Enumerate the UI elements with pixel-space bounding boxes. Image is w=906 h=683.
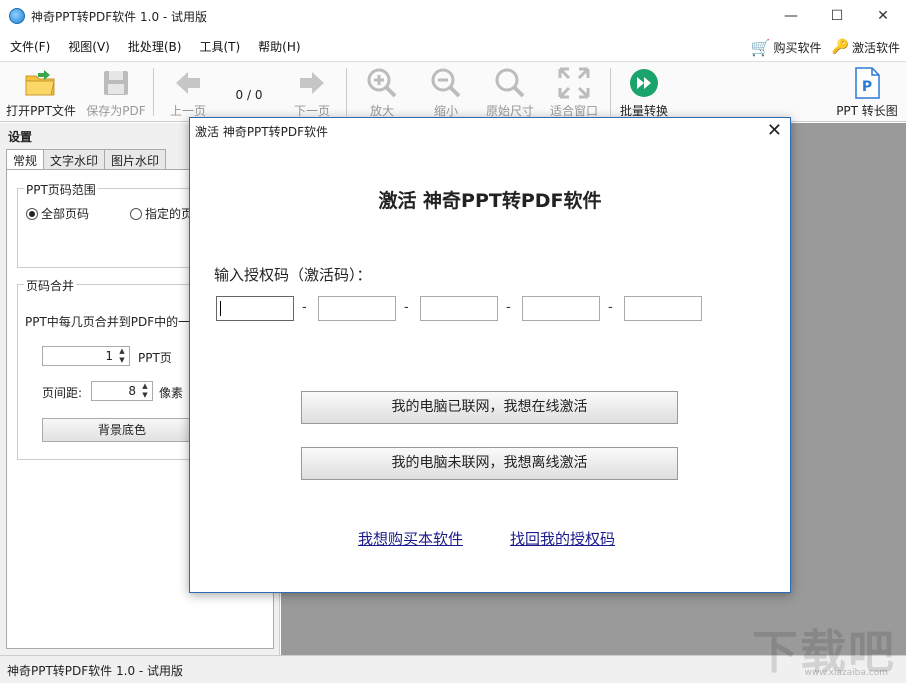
toolbar: 打开PPT文件 保存为PDF 上一页 0 / 0 下一页 放大 缩小 原始尺寸 … xyxy=(0,62,906,122)
prev-page-button[interactable]: 上一页 xyxy=(162,66,214,119)
page-merge-title: 页码合并 xyxy=(24,277,77,294)
license-code-field-1[interactable] xyxy=(216,296,294,321)
background-color-button[interactable]: 背景底色 xyxy=(42,418,202,442)
dialog-heading: 激活 神奇PPT转PDF软件 xyxy=(378,190,602,212)
window-title: 神奇PPT转PDF软件 1.0 - 试用版 xyxy=(31,9,208,24)
spinner-arrows-icon[interactable]: ▲ ▼ xyxy=(116,347,128,365)
code-separator: - xyxy=(404,300,409,315)
activate-software-link[interactable]: 🔑 激活软件 xyxy=(832,39,900,56)
ppt-long-image-button[interactable]: P PPT 转长图 xyxy=(832,66,902,119)
page-range-title: PPT页码范围 xyxy=(24,181,98,198)
menu-tools[interactable]: 工具(T) xyxy=(189,38,248,55)
code-separator: - xyxy=(608,300,613,315)
settings-tabs: 常规 文字水印 图片水印 xyxy=(6,149,167,171)
open-ppt-button[interactable]: 打开PPT文件 xyxy=(4,66,78,119)
buy-software-link[interactable]: 我想购买本软件 xyxy=(358,528,463,549)
menu-help[interactable]: 帮助(H) xyxy=(248,38,308,55)
batch-convert-button[interactable]: 批量转换 xyxy=(616,66,672,119)
buy-software-link[interactable]: 🛒 购买软件 xyxy=(751,38,822,57)
app-icon xyxy=(9,8,25,24)
dialog-title-bar: 激活 神奇PPT转PDF软件 ✕ xyxy=(190,118,790,144)
page-spacing-spinner[interactable]: 8 ▲ ▼ xyxy=(91,381,153,401)
status-text: 神奇PPT转PDF软件 1.0 - 试用版 xyxy=(7,664,184,678)
svg-text:P: P xyxy=(862,79,872,95)
zoom-out-button[interactable]: 缩小 xyxy=(420,66,472,119)
activate-software-label: 激活软件 xyxy=(851,40,900,55)
save-pdf-label: 保存为PDF xyxy=(86,104,146,118)
page-spacing-label: 页间距: xyxy=(42,386,83,400)
toolbar-separator xyxy=(346,68,347,116)
toolbar-separator xyxy=(153,68,154,116)
menu-right: 🛒 购买软件 🔑 激活软件 xyxy=(751,32,900,62)
page-counter: 0 / 0 xyxy=(235,88,263,102)
code-separator: - xyxy=(302,300,307,315)
window-controls: — ☐ ✕ xyxy=(768,0,906,32)
save-icon xyxy=(84,66,148,100)
watermark-url: www.xiazaiba.com xyxy=(804,668,888,678)
fit-window-button[interactable]: 适合窗口 xyxy=(546,66,602,119)
dialog-title: 激活 神奇PPT转PDF软件 xyxy=(195,125,328,139)
radio-specified-label: 指定的页 xyxy=(145,207,194,221)
buy-software-label: 购买软件 xyxy=(773,40,822,55)
dialog-close-icon[interactable]: ✕ xyxy=(767,120,782,141)
pages-unit-label: PPT页 xyxy=(138,351,172,365)
settings-title: 设置 xyxy=(8,130,33,144)
zoom-in-icon xyxy=(356,66,408,100)
radio-specified-indicator xyxy=(130,208,142,220)
recover-license-link[interactable]: 找回我的授权码 xyxy=(510,528,615,549)
magnifier-icon xyxy=(480,66,540,100)
minimize-button[interactable]: — xyxy=(768,0,814,32)
status-bar: 神奇PPT转PDF软件 1.0 - 试用版 下载吧 www.xiazaiba.c… xyxy=(0,625,906,683)
open-folder-icon xyxy=(4,66,78,100)
next-page-button[interactable]: 下一页 xyxy=(286,66,338,119)
license-code-field-5[interactable] xyxy=(624,296,702,321)
tab-image-watermark[interactable]: 图片水印 xyxy=(104,149,167,169)
fast-forward-icon xyxy=(616,66,672,100)
license-code-prompt: 输入授权码（激活码）： xyxy=(214,266,372,284)
license-code-field-2[interactable] xyxy=(318,296,396,321)
maximize-button[interactable]: ☐ xyxy=(814,0,860,32)
license-code-field-3[interactable] xyxy=(420,296,498,321)
zoom-out-icon xyxy=(420,66,472,100)
radio-all-indicator xyxy=(26,208,38,220)
zoom-in-button[interactable]: 放大 xyxy=(356,66,408,119)
spacing-unit-label: 像素 xyxy=(159,386,184,400)
radio-all-label: 全部页码 xyxy=(41,207,90,221)
radio-specified-pages[interactable]: 指定的页 xyxy=(130,205,193,222)
arrow-left-icon xyxy=(162,66,214,100)
pages-per-sheet-spinner[interactable]: 1 ▲ ▼ xyxy=(42,346,130,366)
radio-all-pages[interactable]: 全部页码 xyxy=(26,205,89,222)
save-pdf-button[interactable]: 保存为PDF xyxy=(84,66,148,119)
open-ppt-label: 打开PPT文件 xyxy=(6,104,76,118)
menu-view[interactable]: 视图(V) xyxy=(58,38,118,55)
original-size-button[interactable]: 原始尺寸 xyxy=(480,66,540,119)
code-separator: - xyxy=(506,300,511,315)
toolbar-separator xyxy=(610,68,611,116)
arrow-right-icon xyxy=(286,66,338,100)
tab-general[interactable]: 常规 xyxy=(6,149,45,171)
license-code-field-4[interactable] xyxy=(522,296,600,321)
ppt-long-image-label: PPT 转长图 xyxy=(836,104,898,118)
ppt-file-icon: P xyxy=(832,66,902,100)
page-spacing-value: 8 xyxy=(128,384,136,398)
menu-bar: 文件(F) 视图(V) 批处理(B) 工具(T) 帮助(H) 🛒 购买软件 🔑 … xyxy=(0,32,906,62)
page-merge-description: PPT中每几页合并到PDF中的一页 xyxy=(25,315,203,329)
key-icon: 🔑 xyxy=(831,39,849,55)
tab-text-watermark[interactable]: 文字水印 xyxy=(43,149,106,169)
close-button[interactable]: ✕ xyxy=(860,0,906,32)
online-activate-button[interactable]: 我的电脑已联网，我想在线激活 xyxy=(301,391,678,424)
menu-file[interactable]: 文件(F) xyxy=(0,38,58,55)
title-bar: 神奇PPT转PDF软件 1.0 - 试用版 — ☐ ✕ xyxy=(0,0,906,32)
cart-icon: 🛒 xyxy=(750,37,771,57)
fit-window-icon xyxy=(546,66,602,100)
menu-batch[interactable]: 批处理(B) xyxy=(118,38,190,55)
spinner-arrows-icon[interactable]: ▲ ▼ xyxy=(139,382,151,400)
offline-activate-button[interactable]: 我的电脑未联网，我想离线激活 xyxy=(301,447,678,480)
activation-dialog: 激活 神奇PPT转PDF软件 ✕ 激活 神奇PPT转PDF软件 输入授权码（激活… xyxy=(189,117,791,593)
pages-per-sheet-value: 1 xyxy=(105,349,113,363)
